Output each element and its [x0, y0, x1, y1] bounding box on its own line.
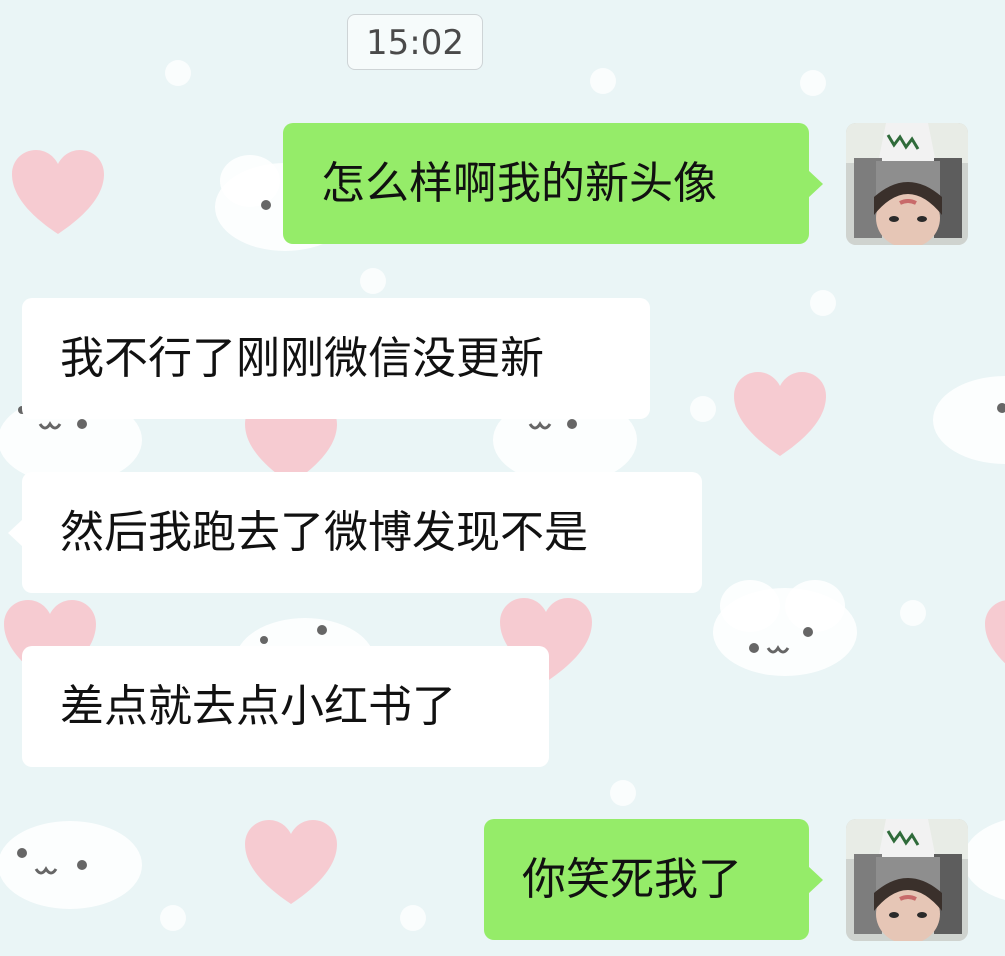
heart-decoration — [734, 372, 826, 456]
message-text: 我不行了刚刚微信没更新 — [60, 332, 544, 384]
message-text: 然后我跑去了微博发现不是 — [60, 506, 588, 558]
user-avatar[interactable] — [846, 123, 968, 245]
dot-decoration — [690, 396, 716, 422]
dot-decoration — [400, 905, 426, 931]
message-text: 怎么样啊我的新头像 — [321, 157, 717, 209]
dot-decoration — [800, 70, 826, 96]
cloud-face-decoration — [713, 580, 857, 676]
outgoing-message-bubble[interactable]: 怎么样啊我的新头像 — [283, 123, 823, 244]
heart-decoration — [12, 150, 104, 234]
incoming-message-bubble[interactable]: 我不行了刚刚微信没更新 — [22, 298, 650, 419]
user-avatar[interactable] — [846, 819, 968, 941]
dot-decoration — [900, 600, 926, 626]
outgoing-message-bubble[interactable]: 你笑死我了 — [484, 819, 823, 940]
dot-decoration — [360, 268, 386, 294]
message-timestamp: 15:02 — [347, 14, 483, 70]
cloud-face-decoration — [0, 821, 142, 909]
heart-decoration — [245, 820, 337, 904]
heart-decoration — [985, 600, 1005, 664]
cloud-face-decoration — [933, 376, 1005, 464]
avatar-photo-icon — [846, 819, 968, 941]
incoming-message-bubble[interactable]: 差点就去点小红书了 — [22, 646, 549, 767]
dot-decoration — [165, 60, 191, 86]
dot-decoration — [610, 780, 636, 806]
incoming-message-bubble[interactable]: 然后我跑去了微博发现不是 — [8, 472, 702, 593]
dot-decoration — [160, 905, 186, 931]
message-text: 差点就去点小红书了 — [60, 680, 456, 732]
message-text: 你笑死我了 — [522, 853, 742, 905]
dot-decoration — [810, 290, 836, 316]
avatar-photo-icon — [846, 123, 968, 245]
dot-decoration — [590, 68, 616, 94]
